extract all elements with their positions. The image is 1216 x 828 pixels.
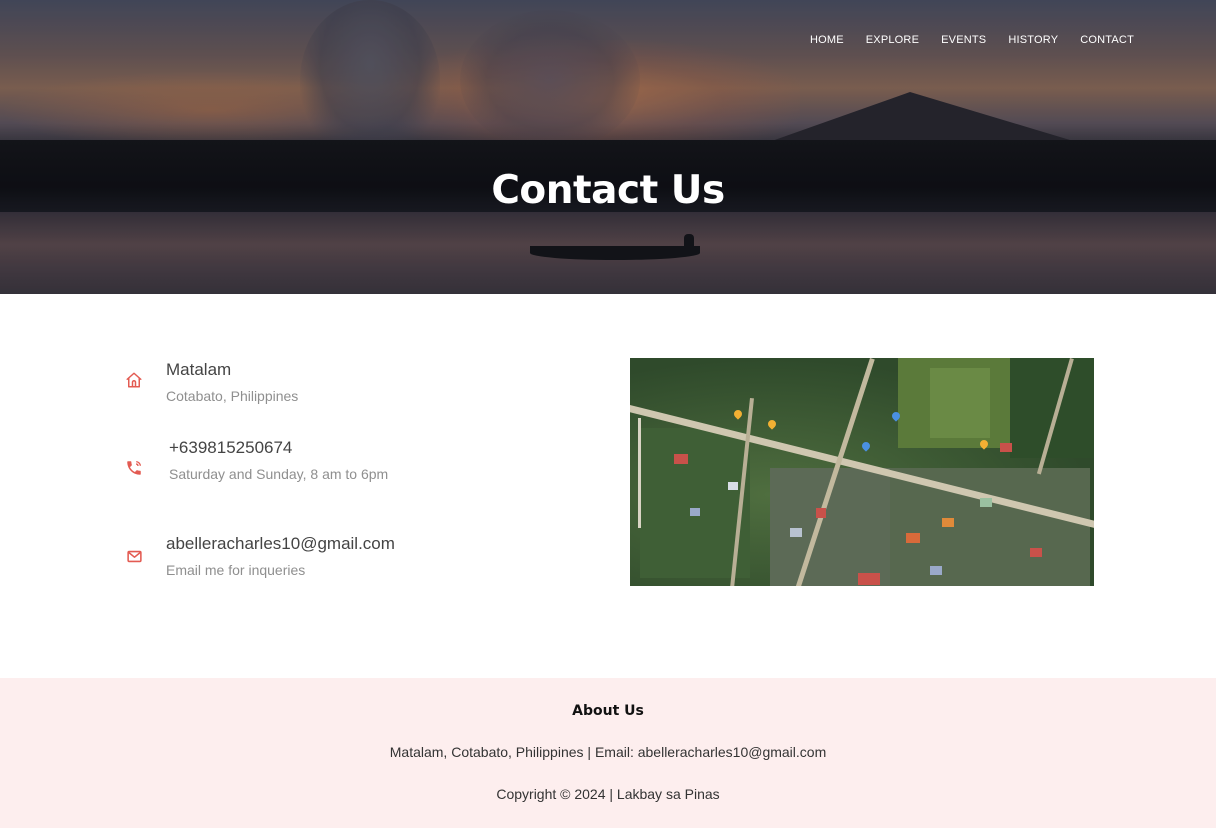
map-building <box>980 498 992 507</box>
map-building <box>1030 548 1042 557</box>
map-building <box>858 573 880 585</box>
map-building <box>816 508 826 518</box>
contact-phone: +639815250674 Saturday and Sunday, 8 am … <box>124 438 389 483</box>
home-icon <box>124 370 144 390</box>
phone-number: +639815250674 <box>169 438 293 457</box>
footer-copyright: Copyright © 2024 | Lakbay sa Pinas <box>496 786 720 802</box>
map-building <box>906 533 920 543</box>
map-road <box>638 418 641 528</box>
hero-banner: HOME EXPLORE EVENTS HISTORY CONTACT Cont… <box>0 0 1216 294</box>
map-building <box>942 518 954 527</box>
nav-explore-link[interactable]: EXPLORE <box>866 34 919 46</box>
location-map[interactable] <box>630 358 1094 586</box>
site-footer: About Us Matalam, Cotabato, Philippines … <box>0 678 1216 828</box>
nav-contact-link[interactable]: CONTACT <box>1080 34 1134 46</box>
map-forest <box>1010 358 1094 458</box>
contact-email: abelleracharles10@gmail.com Email me for… <box>124 534 395 579</box>
email-address[interactable]: abelleracharles10@gmail.com <box>166 534 395 554</box>
email-note: Email me for inqueries <box>166 562 306 578</box>
map-building <box>728 482 738 490</box>
map-building <box>674 454 688 464</box>
address-city: Matalam <box>166 360 232 379</box>
map-building <box>1000 443 1012 452</box>
nav-home-link[interactable]: HOME <box>810 34 844 46</box>
phone-hours: Saturday and Sunday, 8 am to 6pm <box>169 466 389 482</box>
contact-address: Matalam Cotabato, Philippines <box>124 360 386 405</box>
map-farm-field <box>930 368 990 438</box>
main-nav: HOME EXPLORE EVENTS HISTORY CONTACT <box>810 34 1134 46</box>
envelope-icon <box>124 546 144 566</box>
footer-title: About Us <box>572 703 644 719</box>
page-title: Contact Us <box>491 168 725 213</box>
footer-contact-line: Matalam, Cotabato, Philippines | Email: … <box>389 744 827 760</box>
map-building <box>690 508 700 516</box>
address-region: Cotabato, Philippines <box>166 388 299 404</box>
phone-icon <box>124 458 144 478</box>
map-residential <box>890 468 1090 586</box>
nav-events-link[interactable]: EVENTS <box>941 34 986 46</box>
map-building <box>790 528 802 537</box>
nav-history-link[interactable]: HISTORY <box>1008 34 1058 46</box>
map-building <box>930 566 942 575</box>
